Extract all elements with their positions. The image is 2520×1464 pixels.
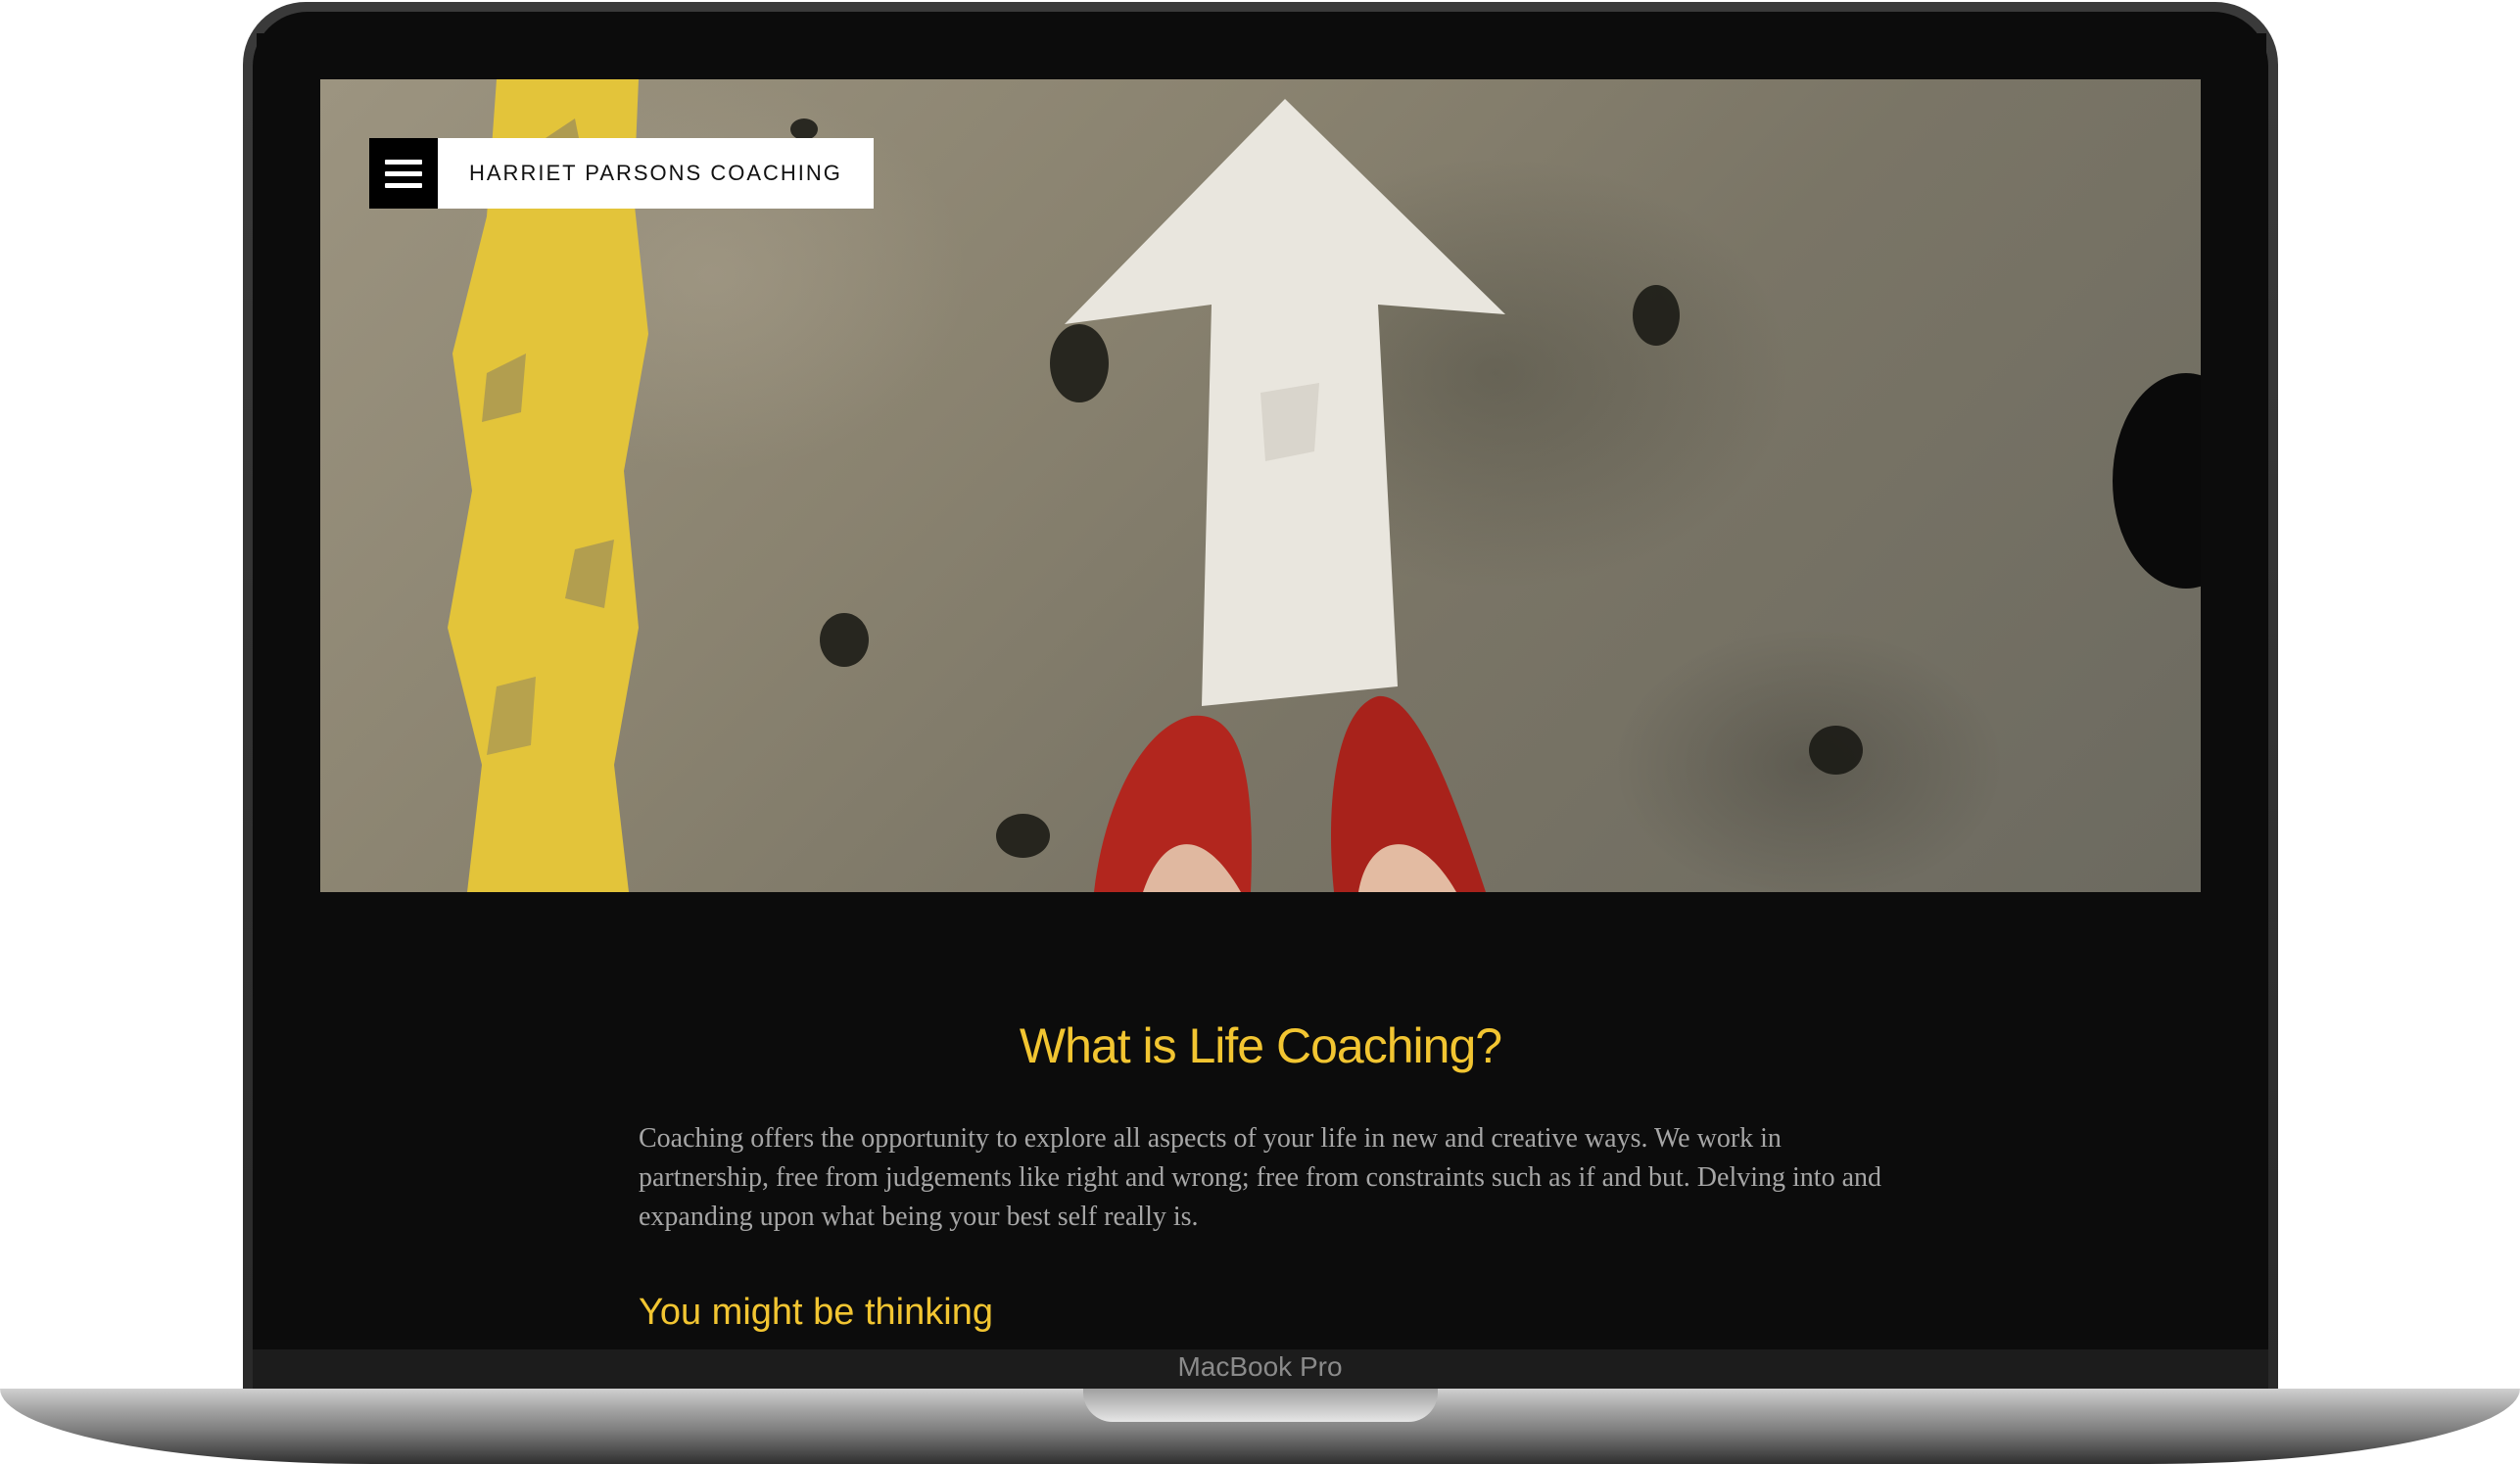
- section-subheading: You might be thinking: [639, 1292, 993, 1333]
- intro-paragraph: Coaching offers the opportunity to explo…: [639, 1123, 1881, 1232]
- laptop-screen: HARRIET PARSONS COACHING What is Life Co…: [257, 33, 2266, 1349]
- site-brand[interactable]: HARRIET PARSONS COACHING: [438, 138, 874, 209]
- page-title: What is Life Coaching?: [1019, 1018, 1502, 1073]
- menu-bar: [385, 159, 422, 165]
- laptop-notch: [1083, 1389, 1438, 1422]
- pavement-spot: [1633, 285, 1680, 346]
- menu-bar: [385, 170, 422, 176]
- device-label: MacBook Pro: [1177, 1351, 1343, 1382]
- pavement-spot: [996, 814, 1050, 858]
- pavement-spot: [1809, 726, 1863, 775]
- hero-image: HARRIET PARSONS COACHING: [320, 79, 2201, 892]
- main-content: What is Life Coaching? Coaching offers t…: [257, 892, 2266, 1349]
- laptop-mockup: HARRIET PARSONS COACHING What is Life Co…: [0, 0, 2520, 1464]
- pavement-spot: [820, 613, 869, 667]
- menu-bar: [385, 182, 422, 188]
- pavement-spot: [790, 118, 818, 140]
- white-arrow-marking: [1065, 99, 1505, 706]
- red-shoes: [1094, 695, 1486, 892]
- drain-hole: [2113, 373, 2201, 589]
- hamburger-menu-icon[interactable]: [369, 138, 438, 209]
- site-header: HARRIET PARSONS COACHING: [369, 138, 874, 209]
- pavement-spot: [1050, 324, 1109, 402]
